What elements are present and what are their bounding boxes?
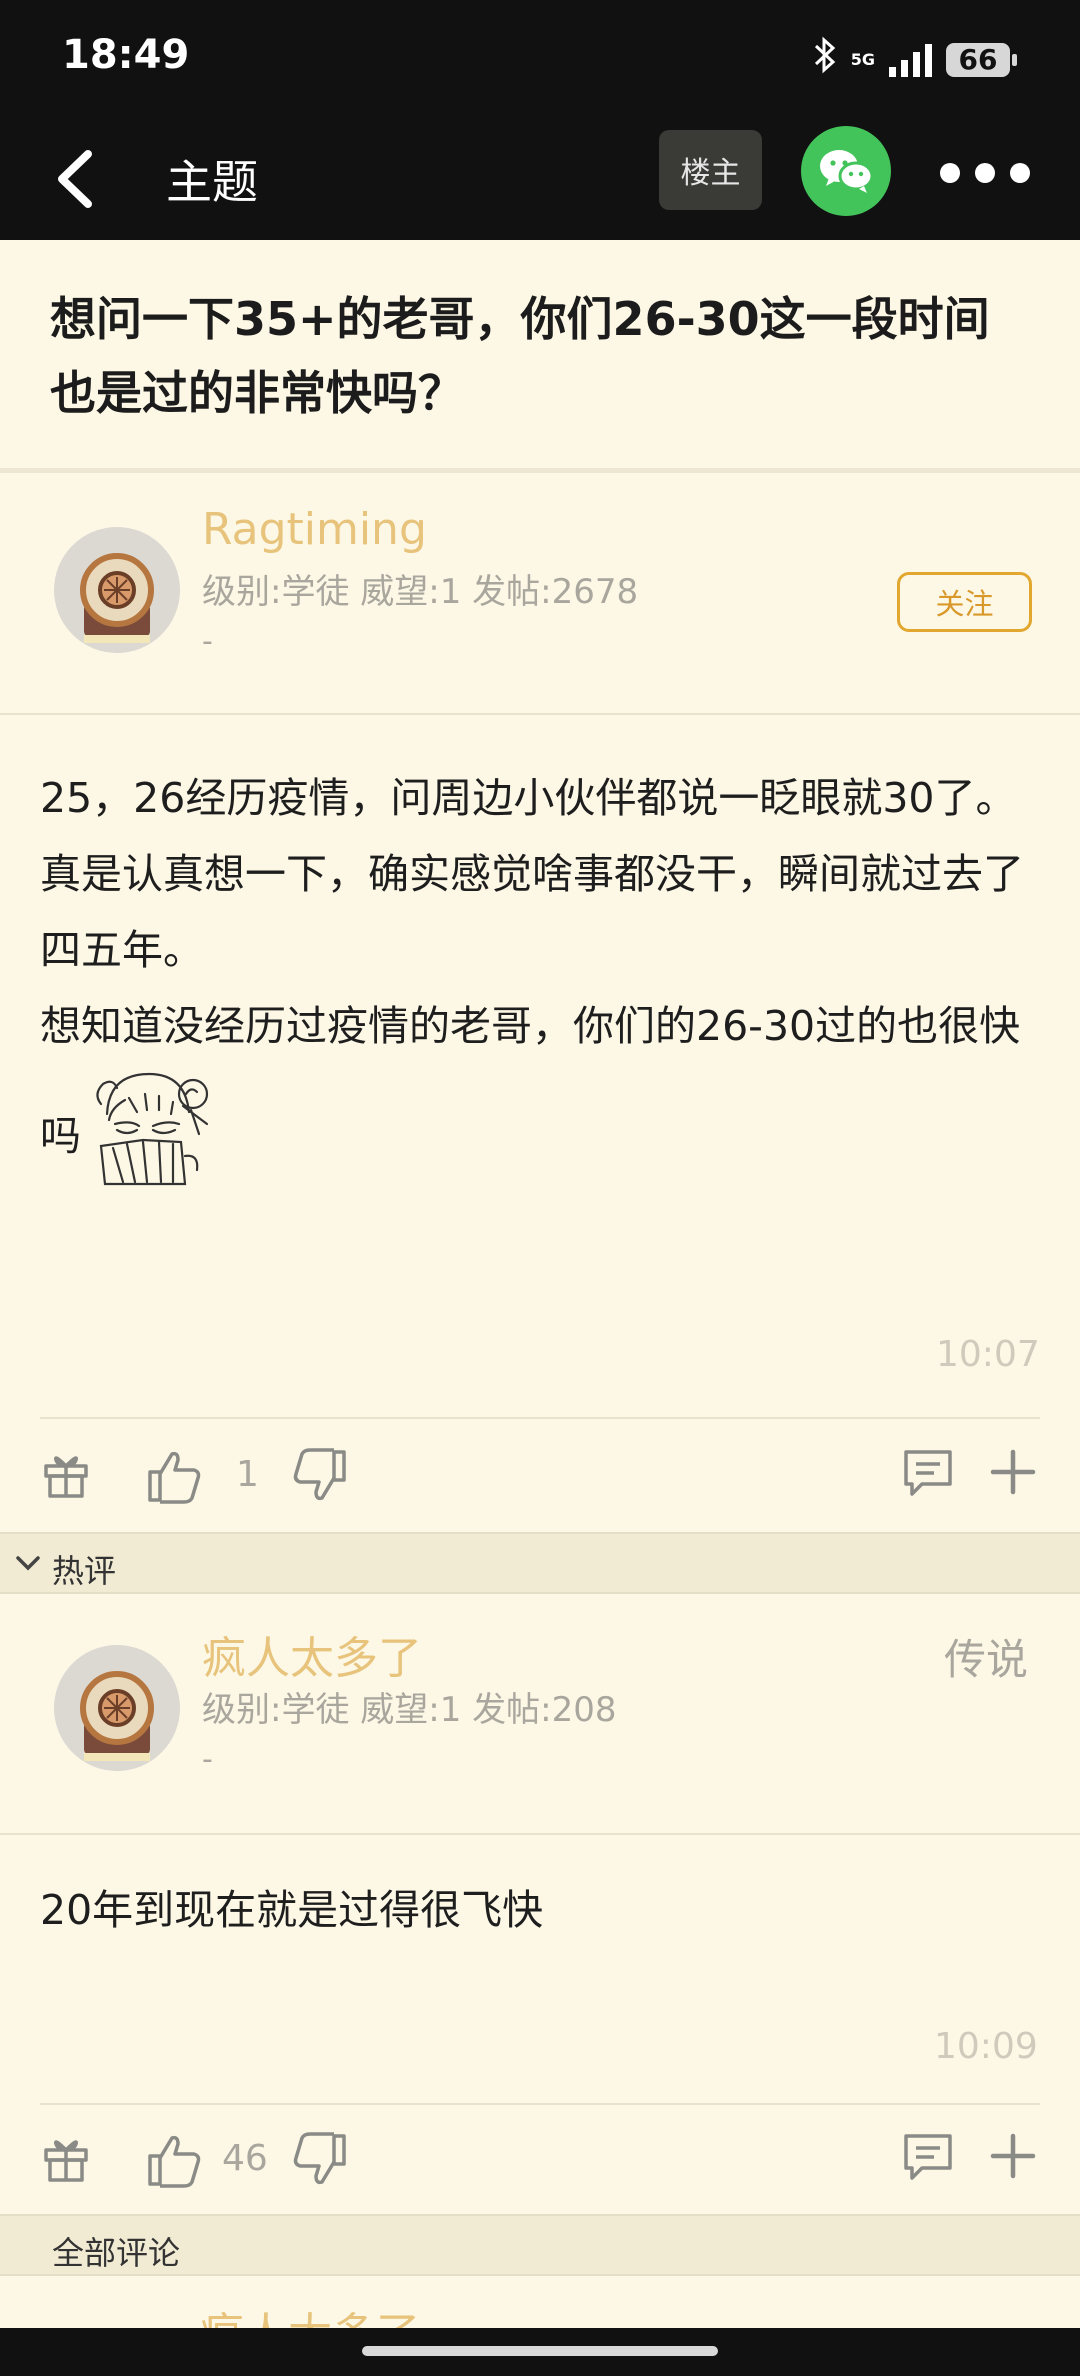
home-indicator[interactable] [362, 2346, 718, 2356]
reply-stats: 级别:学徒 威望:1 发帖:208 [202, 1690, 617, 1730]
status-time: 18:49 [62, 32, 190, 78]
follow-button[interactable]: 关注 [897, 572, 1032, 632]
post-paragraph-wrap: 想知道没经历过疫情的老哥，你们的26-30过的也很快吗 [40, 988, 1040, 1188]
bluetooth-icon [813, 36, 837, 83]
op-extra: - [202, 624, 213, 659]
signal-icon [889, 43, 932, 77]
wechat-icon [820, 150, 874, 193]
op-stats: 级别:学徒 威望:1 发帖:2678 [202, 572, 639, 612]
op-only-button[interactable]: 楼主 [659, 130, 762, 210]
avatar[interactable] [54, 1645, 180, 1771]
thumbs-down-icon[interactable] [290, 1446, 350, 1506]
chevron-down-icon [16, 1556, 40, 1571]
like-count: 46 [222, 2138, 268, 2179]
divider [0, 1833, 1080, 1835]
thumbs-down-icon[interactable] [290, 2130, 350, 2190]
divider [40, 1417, 1040, 1419]
battery-icon: 66 [946, 42, 1017, 77]
reply-extra: - [202, 1742, 213, 1777]
avatar[interactable] [54, 527, 180, 653]
thumbs-up-icon[interactable] [144, 2130, 204, 2190]
top-nav-bar: 主题 楼主 [0, 118, 1080, 240]
section-label: 全部评论 [52, 2234, 181, 2272]
status-bar: 18:49 5G 66 [0, 0, 1080, 118]
network-type: 5G [850, 49, 875, 69]
next-comment-peek: 疯人太多了 [200, 2308, 440, 2328]
op-username[interactable]: Ragtiming [202, 504, 427, 555]
all-comments-header[interactable]: 全部评论 [0, 2214, 1080, 2276]
thread-title: 想问一下35+的老哥，你们26-30这一段时间也是过的非常快吗？ [50, 292, 990, 420]
battery-level: 66 [958, 43, 998, 76]
divider [0, 713, 1080, 715]
reply-body: 20年到现在就是过得很飞快 [40, 1886, 544, 1934]
status-icons: 5G 66 [813, 36, 1017, 83]
hot-comments-header[interactable]: 热评 [0, 1532, 1080, 1594]
comment-icon[interactable] [900, 2128, 956, 2184]
section-label: 热评 [52, 1552, 117, 1590]
reply-username[interactable]: 疯人太多了 [202, 1622, 422, 1686]
post-paragraph: 25，26经历疫情，问周边小伙伴都说一眨眼就30了。 [40, 774, 1017, 822]
post-body: 25，26经历疫情，问周边小伙伴都说一眨眼就30了。 真是认真想一下，确实感觉啥… [40, 760, 1040, 1188]
wechat-share-button[interactable] [801, 126, 891, 216]
peek-username: 疯人太多了 [200, 2308, 440, 2328]
divider [40, 2103, 1040, 2105]
post-paragraph: 真是认真想一下，确实感觉啥事都没干，瞬间就过去了四五年。 [40, 850, 1024, 974]
gift-icon[interactable] [38, 1446, 94, 1502]
like-count: 1 [236, 1454, 259, 1495]
more-icon[interactable] [940, 158, 1030, 188]
reply-time: 10:09 [934, 2026, 1038, 2067]
anime-sticker-image [87, 1064, 221, 1188]
rank-label: 传说 [944, 1635, 1029, 1684]
post-time: 10:07 [936, 1334, 1040, 1375]
plus-icon[interactable] [985, 1444, 1041, 1500]
divider [0, 468, 1080, 473]
plus-icon[interactable] [985, 2128, 1041, 2184]
gift-icon[interactable] [38, 2130, 94, 2186]
back-arrow-icon[interactable] [48, 146, 108, 212]
comment-icon[interactable] [900, 1444, 956, 1500]
page-title: 主题 [166, 155, 258, 209]
thumbs-up-icon[interactable] [144, 1446, 204, 1506]
